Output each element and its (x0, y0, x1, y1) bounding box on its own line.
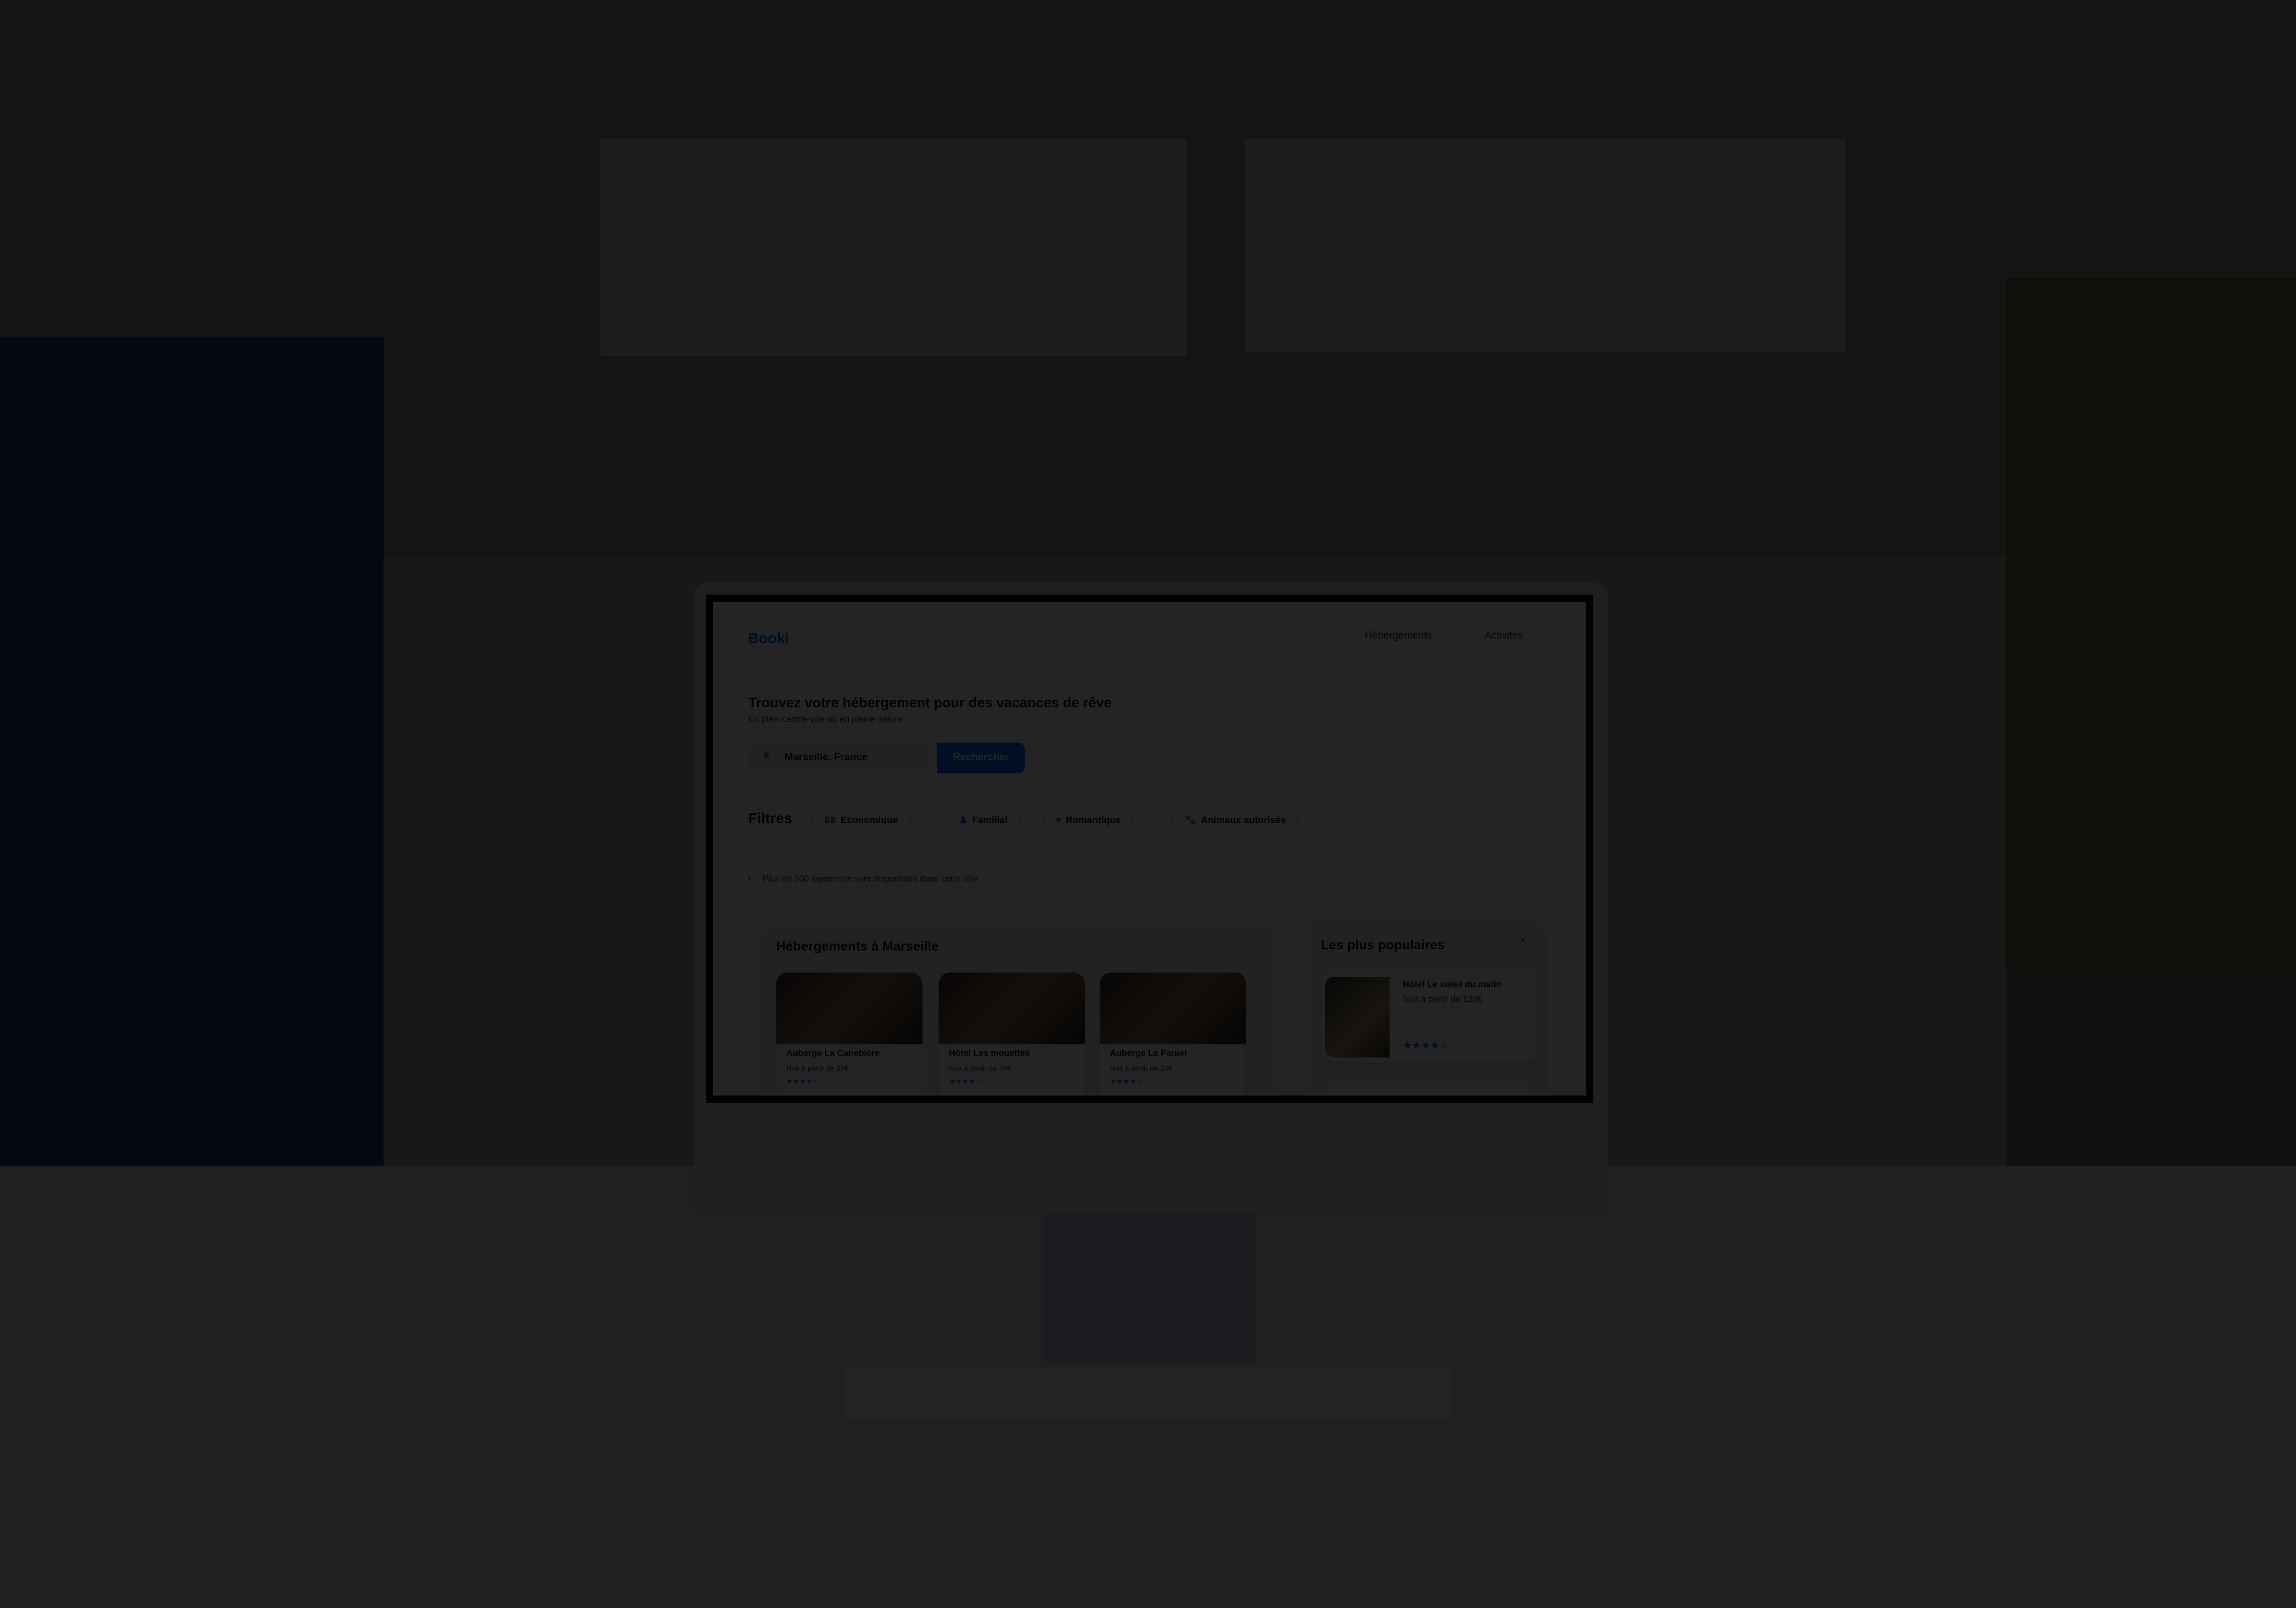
star-rating: ★★★★☆ (949, 1078, 982, 1087)
star-rating: ★★★★☆ (1402, 1041, 1449, 1052)
booki-logo[interactable]: Booki (748, 631, 789, 647)
page-title: Trouvez votre hébergement pour des vacan… (748, 695, 1112, 712)
filter-label: Familial (972, 815, 1008, 825)
ceiling-panel (600, 139, 1186, 356)
mouse[interactable] (1525, 1362, 1649, 1415)
filter-label: Animaux autorisés (1201, 815, 1286, 825)
listing-title: Hébergements à Marseille (776, 939, 939, 954)
ceiling-panel (1244, 139, 1845, 352)
blue-wall (0, 337, 384, 1166)
card-image (1325, 976, 1390, 1058)
filters-label: Filtres (748, 811, 793, 828)
filter-label: Économique (840, 815, 898, 825)
card-name: Hôtel Le soleil du matin (1402, 981, 1502, 990)
card-price: Nuit à partir de 25€ (786, 1065, 849, 1074)
search-value: Marseille, France (784, 753, 868, 763)
monitor-stand (1042, 1209, 1256, 1362)
card-name: Hôtel Les mouettes (949, 1050, 1030, 1059)
info-text: Plus de 500 logements sont disponibles d… (762, 875, 978, 885)
nav-activites[interactable]: Activités (1485, 631, 1523, 641)
card-price: Nuit à partir de 128€ (1402, 996, 1483, 1005)
listing-card[interactable]: Auberge La Canebière Nuit à partir de 25€… (776, 972, 923, 1096)
card-price: Nuit à partir de 76€ (949, 1065, 1011, 1074)
card-name: Auberge Le Panier (1110, 1050, 1188, 1059)
money-icon: 💶 (824, 816, 837, 826)
card-image (939, 972, 1085, 1044)
info-message: i Plus de 500 logements sont disponibles … (748, 876, 978, 885)
listing-card[interactable]: Auberge Le Panier Nuit à partir de 23€ ★★★… (1099, 972, 1246, 1096)
card-image (1099, 972, 1246, 1044)
filter-economique[interactable]: 💶 Économique (811, 804, 911, 836)
keyboard[interactable] (843, 1369, 1453, 1421)
dog-icon: 🐾 (1184, 816, 1197, 826)
popular-title: Les plus populaires (1321, 937, 1445, 952)
card-name: Auberge La Canebière (786, 1050, 880, 1059)
popular-card-partial[interactable] (1321, 1085, 1538, 1096)
card-price: Nuit à partir de 23€ (1110, 1065, 1172, 1074)
filter-familial[interactable]: ♟ Familial (945, 804, 1021, 836)
filter-label: Romantique (1065, 815, 1121, 825)
star-rating: ★★★★☆ (786, 1078, 819, 1087)
nav-hebergements[interactable]: Hébergements (1365, 631, 1432, 641)
card-image (776, 972, 923, 1044)
popular-card[interactable]: Hôtel Le soleil du matin Nuit à partir de… (1321, 972, 1538, 1062)
listing-card[interactable]: Hôtel Les mouettes Nuit à partir de 76€ ★★… (939, 972, 1085, 1096)
filter-animaux[interactable]: 🐾 Animaux autorisés (1171, 804, 1300, 836)
filter-romantique[interactable]: ♥ Romantique (1042, 804, 1134, 836)
search-button[interactable]: Rechercher (937, 742, 1025, 773)
child-icon: ♟ (959, 816, 968, 826)
office-scene: Booki Hébergements Activités Trouvez vot… (0, 0, 2296, 1608)
star-rating: ★★★★☆ (1110, 1078, 1143, 1087)
heart-icon: ♥ (1056, 815, 1062, 825)
trend-icon: ↗ (1517, 937, 1526, 948)
map-pin-icon: 📍 (760, 753, 773, 764)
website: Booki Hébergements Activités Trouvez vot… (713, 602, 1586, 1096)
info-icon: i (748, 875, 751, 885)
page-subtitle: En plein centre-ville ou en pleine natur… (748, 716, 903, 725)
search-input[interactable]: 📍 Marseille, France (748, 742, 934, 773)
window-trees (2006, 278, 2296, 967)
